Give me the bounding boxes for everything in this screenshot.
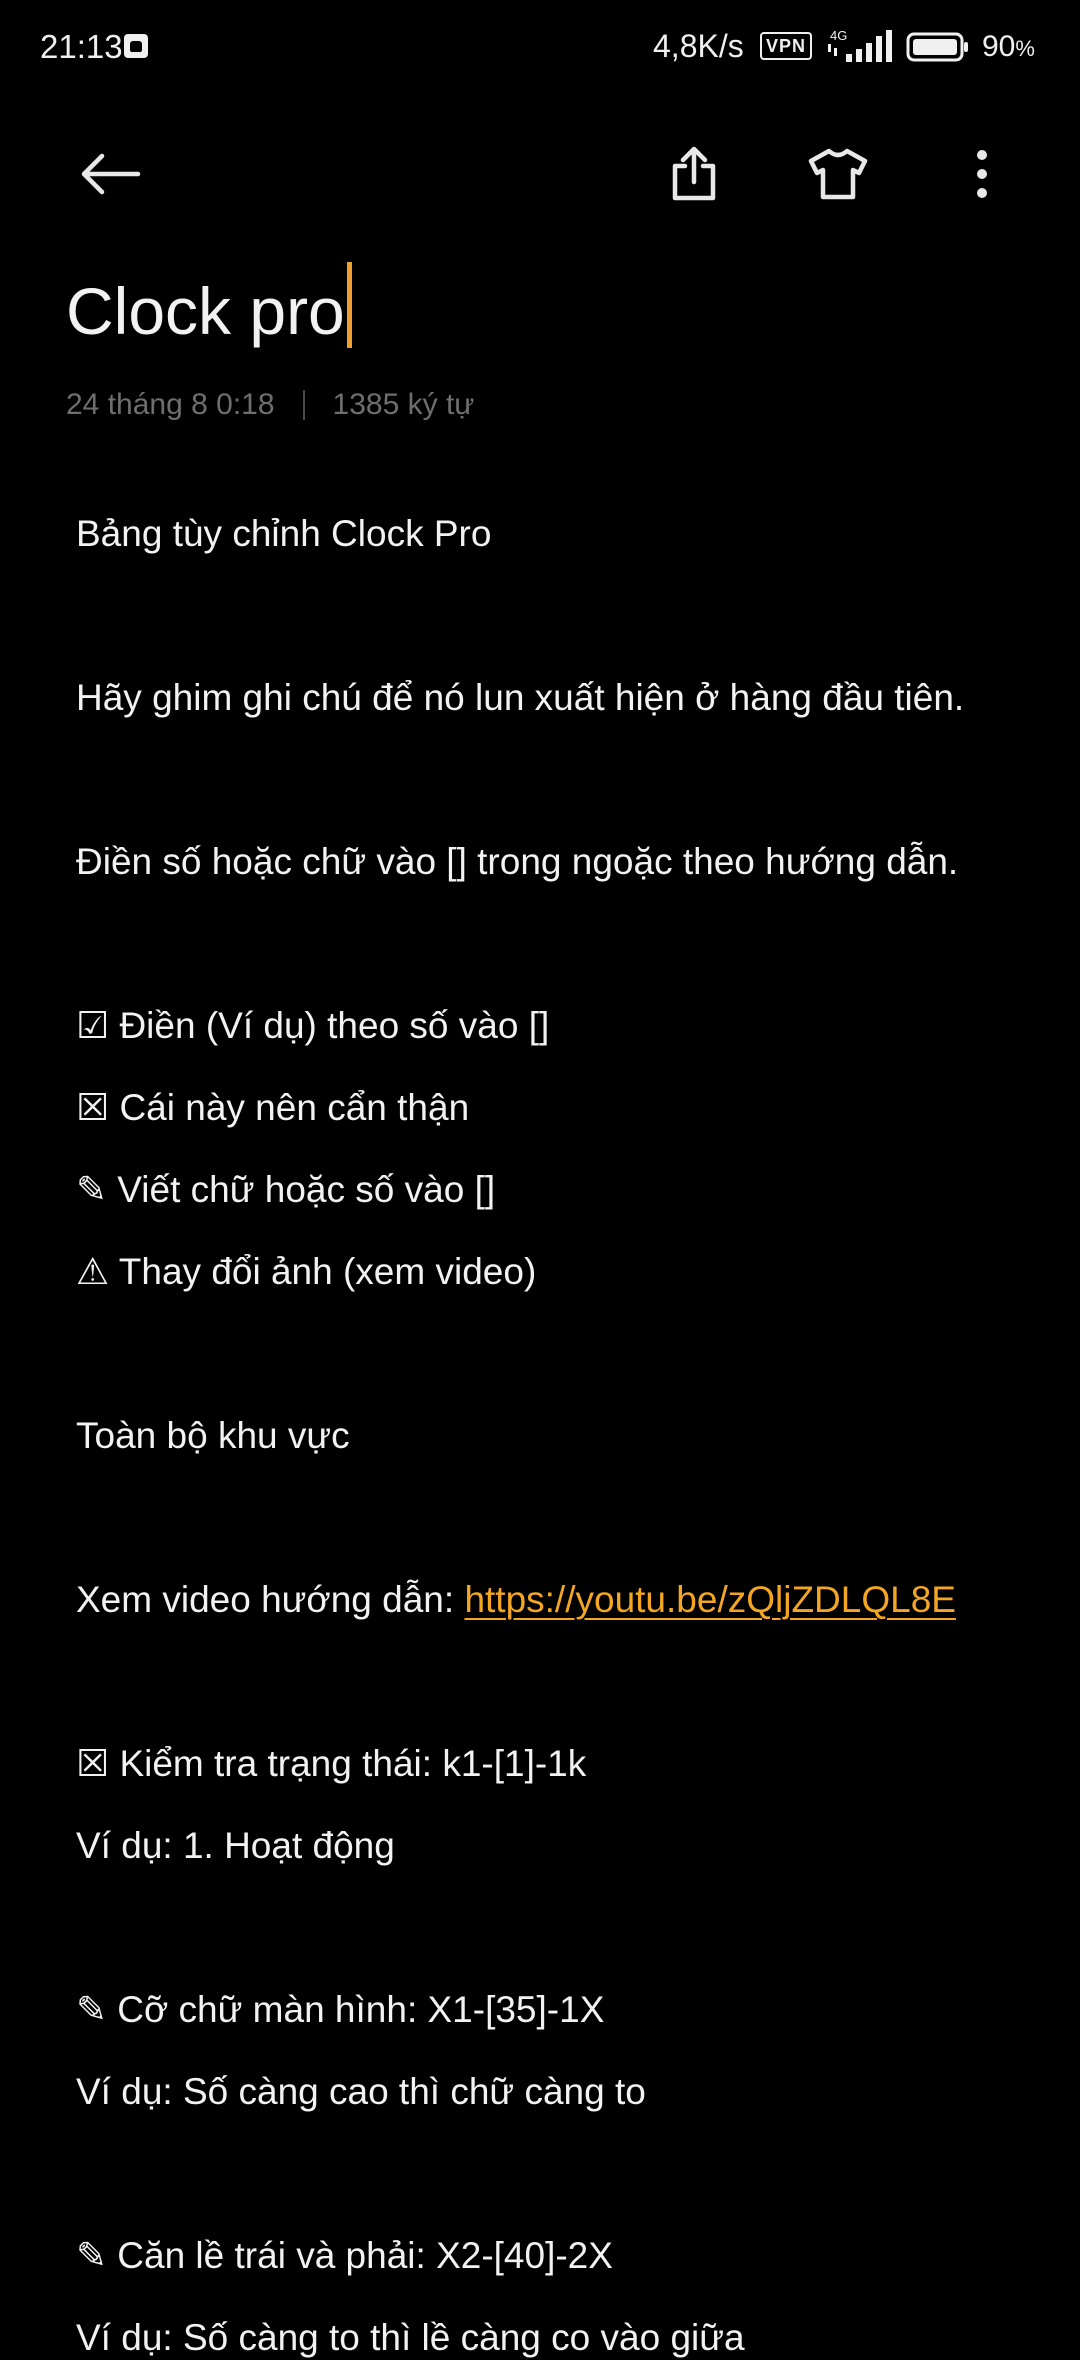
battery-percent-value: 90 <box>982 30 1016 63</box>
status-bar: 21:13 4,8K/s VPN 4G 90% <box>0 0 1080 96</box>
note-title-text: Clock pro <box>66 274 345 348</box>
back-button[interactable] <box>66 130 154 218</box>
note-line: Toàn bộ khu vực <box>76 1415 350 1456</box>
battery-percent-unit: % <box>1015 36 1035 61</box>
video-guide-label: Xem video hướng dẫn: <box>76 1579 465 1620</box>
status-time: 21:13 <box>40 28 123 65</box>
android-notification-icon <box>124 34 148 58</box>
meta-divider <box>302 390 305 420</box>
note-line: Ví dụ: Số càng cao thì chữ càng to <box>76 2071 646 2112</box>
note-line: Ví dụ: 1. Hoạt động <box>76 1825 395 1866</box>
tshirt-icon <box>808 148 868 200</box>
note-title[interactable]: Clock pro <box>66 262 352 356</box>
network-speed: 4,8K/s <box>653 28 744 64</box>
network-type-label: 4G <box>830 28 847 43</box>
note-meta: 24 tháng 8 0:18 1385 ký tự <box>66 388 474 422</box>
theme-button[interactable] <box>794 130 882 218</box>
note-line: ☒ Cái này nên cẩn thận <box>76 1087 470 1128</box>
note-line-video: Xem video hướng dẫn: https://youtu.be/zQ… <box>76 1578 956 1622</box>
battery-percent: 90% <box>982 30 1035 64</box>
note-char-count: 1385 ký tự <box>332 388 475 421</box>
note-line: ✎ Viết chữ hoặc số vào [] <box>76 1169 496 1210</box>
note-line: ☒ Kiểm tra trạng thái: k1-[1]-1k <box>76 1743 587 1784</box>
note-line: ⚠ Thay đổi ảnh (xem video) <box>76 1251 537 1292</box>
note-line: ✎ Căn lề trái và phải: X2-[40]-2X <box>76 2235 613 2276</box>
note-line: Bảng tùy chỉnh Clock Pro <box>76 513 492 554</box>
note-toolbar <box>0 130 1080 218</box>
note-line: Ví dụ: Số càng to thì lề càng co vào giữ… <box>76 2317 745 2358</box>
note-line: ✎ Cỡ chữ màn hình: X1-[35]-1X <box>76 1989 605 2030</box>
arrow-left-icon <box>81 153 141 195</box>
more-options-button[interactable] <box>938 130 1026 218</box>
note-line: ☑ Điền (Ví dụ) theo số vào [] <box>76 1005 550 1046</box>
vpn-badge: VPN <box>760 32 813 60</box>
more-vertical-icon <box>977 150 987 198</box>
share-button[interactable] <box>650 130 738 218</box>
note-line: Điền số hoặc chữ vào [] trong ngoặc theo… <box>76 841 959 882</box>
note-date: 24 tháng 8 0:18 <box>66 388 275 421</box>
signal-icon: 4G <box>828 28 892 62</box>
note-line: Hãy ghim ghi chú để nó lun xuất hiện ở h… <box>76 677 965 718</box>
battery-icon <box>906 32 968 62</box>
video-link[interactable]: https://youtu.be/zQljZDLQL8E <box>464 1579 956 1620</box>
share-icon <box>672 146 716 201</box>
text-cursor <box>346 262 352 348</box>
